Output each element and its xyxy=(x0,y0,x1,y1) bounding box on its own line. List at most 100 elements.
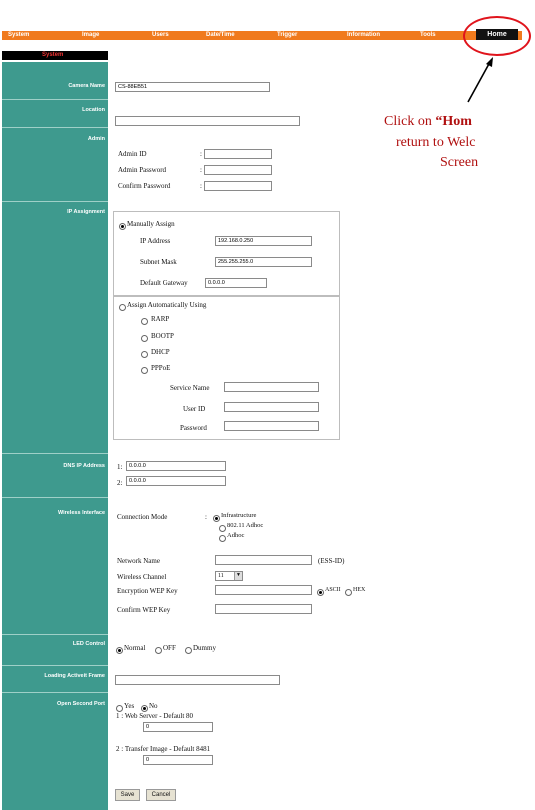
nav-system[interactable]: System xyxy=(8,31,29,40)
admin-id-input[interactable] xyxy=(204,149,272,159)
bootp-radio[interactable] xyxy=(141,335,148,342)
port-yes-label: Yes xyxy=(124,702,135,710)
dhcp-radio[interactable] xyxy=(141,351,148,358)
connection-mode-label: Connection Mode xyxy=(117,513,168,521)
callout-line-1: Click on “Hom xyxy=(384,114,472,129)
colon: : xyxy=(200,166,202,174)
adhoc-radio[interactable] xyxy=(219,535,226,542)
confirm-wep-key-input[interactable] xyxy=(215,604,312,614)
admin-password-label: Admin Password xyxy=(118,166,167,174)
rarp-radio[interactable] xyxy=(141,318,148,325)
label-dns: DNS IP Address xyxy=(63,463,105,469)
service-name-input[interactable] xyxy=(224,382,319,392)
rarp-label: RARP xyxy=(151,315,170,323)
callout-line-3: Screen xyxy=(440,155,479,170)
led-off-label: OFF xyxy=(163,644,176,652)
user-id-input[interactable] xyxy=(224,402,319,412)
confirm-wep-key-label: Confirm WEP Key xyxy=(117,606,171,614)
nav-tools[interactable]: Tools xyxy=(420,31,436,40)
transfer-image-port-input[interactable]: 0 xyxy=(143,755,213,765)
manual-assign-radio[interactable] xyxy=(119,223,126,230)
cancel-button[interactable]: Cancel xyxy=(146,789,176,801)
user-id-label: User ID xyxy=(183,405,206,413)
ascii-label: ASCII xyxy=(325,587,341,593)
colon: : xyxy=(200,182,202,190)
subnet-mask-label: Subnet Mask xyxy=(140,258,177,266)
confirm-password-input[interactable] xyxy=(204,181,272,191)
adhoc-80211-label: 802.11 Adhoc xyxy=(227,522,264,529)
dns-2-input[interactable]: 0.0.0.0 xyxy=(126,476,226,486)
loading-frame-input[interactable] xyxy=(115,675,280,685)
label-loading: Loading Activeit Frame xyxy=(44,673,105,679)
callout-line-2: return to Welc xyxy=(396,135,476,150)
camera-name-input[interactable]: CS-88EB51 xyxy=(115,82,270,92)
confirm-password-label: Confirm Password xyxy=(118,182,171,190)
auto-assign-label: Assign Automatically Using xyxy=(127,301,207,309)
dns-2-label: 2: xyxy=(117,479,123,487)
label-admin: Admin xyxy=(87,136,105,142)
subnet-mask-input[interactable]: 255.255.255.0 xyxy=(215,257,312,267)
wireless-channel-select[interactable]: 11 ▼ xyxy=(215,571,243,581)
pppoe-radio[interactable] xyxy=(141,367,148,374)
wep-key-input[interactable] xyxy=(215,585,312,595)
label-location: Location xyxy=(82,107,105,113)
led-normal-label: Normal xyxy=(124,644,146,652)
infrastructure-radio[interactable] xyxy=(213,515,220,522)
colon: : xyxy=(205,513,207,521)
label-column: Camera Name Location Admin IP Assignment… xyxy=(2,62,108,810)
divider xyxy=(2,453,108,454)
pppoe-password-input[interactable] xyxy=(224,421,319,431)
section-title: System xyxy=(2,51,108,60)
bootp-label: BOOTP xyxy=(151,332,174,340)
divider xyxy=(2,99,108,100)
ip-address-label: IP Address xyxy=(140,237,171,245)
port-no-label: No xyxy=(149,702,158,710)
adhoc-label: Adhoc xyxy=(227,532,245,539)
port-yes-radio[interactable] xyxy=(116,705,123,712)
location-input[interactable] xyxy=(115,116,300,126)
label-ip-assignment: IP Assignment xyxy=(67,209,105,215)
network-name-label: Network Name xyxy=(117,557,160,565)
nav-information[interactable]: Information xyxy=(347,31,380,40)
label-camera-name: Camera Name xyxy=(68,83,105,89)
save-button[interactable]: Save xyxy=(115,789,140,801)
port-no-radio[interactable] xyxy=(141,705,148,712)
top-nav: System Image Users Date/Time Trigger Inf… xyxy=(2,31,522,40)
hex-label: HEX xyxy=(353,587,366,593)
nav-users[interactable]: Users xyxy=(152,31,169,40)
dhcp-label: DHCP xyxy=(151,348,170,356)
chevron-down-icon: ▼ xyxy=(234,572,242,580)
web-server-port-input[interactable]: 0 xyxy=(143,722,213,732)
adhoc-80211-radio[interactable] xyxy=(219,525,226,532)
divider xyxy=(2,692,108,693)
auto-assign-radio[interactable] xyxy=(119,304,126,311)
highlight-circle xyxy=(463,16,531,56)
nav-date-time[interactable]: Date/Time xyxy=(206,31,235,40)
divider xyxy=(2,201,108,202)
nav-trigger[interactable]: Trigger xyxy=(277,31,297,40)
default-gateway-label: Default Gateway xyxy=(140,279,188,287)
divider xyxy=(2,634,108,635)
manual-assign-label: Manually Assign xyxy=(127,220,175,228)
transfer-image-port-label: 2 : Transfer Image - Default 8481 xyxy=(116,745,211,753)
ip-address-input[interactable]: 192.168.0.250 xyxy=(215,236,312,246)
admin-id-label: Admin ID xyxy=(118,150,147,158)
network-name-input[interactable] xyxy=(215,555,312,565)
led-dummy-radio[interactable] xyxy=(185,647,192,654)
nav-image[interactable]: Image xyxy=(82,31,99,40)
admin-password-input[interactable] xyxy=(204,165,272,175)
ascii-radio[interactable] xyxy=(317,589,324,596)
infrastructure-label: Infrastructure xyxy=(221,512,257,519)
divider xyxy=(2,665,108,666)
dns-1-input[interactable]: 0.0.0.0 xyxy=(126,461,226,471)
dns-1-label: 1: xyxy=(117,463,123,471)
ess-id-label: (ESS-ID) xyxy=(318,557,345,565)
default-gateway-input[interactable]: 0.0.0.0 xyxy=(205,278,267,288)
label-wireless: Wireless Interface xyxy=(57,510,105,516)
led-dummy-label: Dummy xyxy=(193,644,216,652)
led-normal-radio[interactable] xyxy=(116,647,123,654)
led-off-radio[interactable] xyxy=(155,647,162,654)
hex-radio[interactable] xyxy=(345,589,352,596)
label-open-secondary-port: Open Second Port xyxy=(57,701,105,707)
service-name-label: Service Name xyxy=(170,384,210,392)
